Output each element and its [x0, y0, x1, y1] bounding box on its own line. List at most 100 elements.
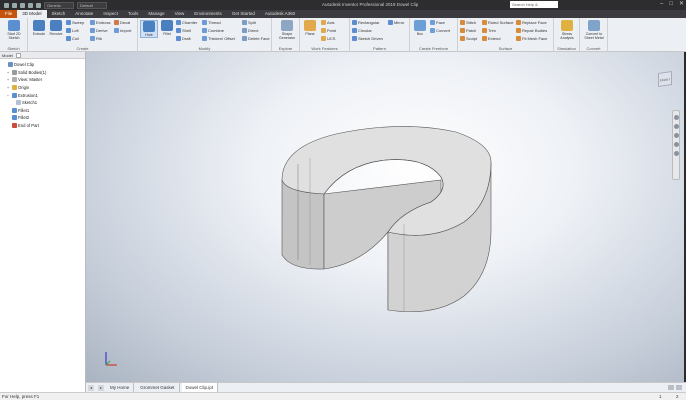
draft-button[interactable]: Draft — [176, 35, 191, 42]
point-button[interactable]: Point — [321, 27, 336, 34]
browser-tab-model[interactable]: Model — [2, 53, 13, 58]
save-icon[interactable] — [20, 2, 25, 8]
help-search-input[interactable]: Search Help & Commands... — [510, 1, 558, 14]
tab-file[interactable]: File — [0, 10, 18, 18]
browser-node[interactable]: End of Part — [0, 122, 85, 130]
chamfer-button[interactable]: Chamfer — [176, 19, 197, 26]
rib-button[interactable]: Rib — [90, 35, 102, 42]
look-at-icon[interactable] — [673, 151, 679, 156]
axis-button[interactable]: Axis — [321, 19, 335, 26]
expand-toggle-icon[interactable]: + — [6, 85, 10, 90]
browser-node[interactable]: Fillet2 — [0, 114, 85, 122]
sketch-driven-icon — [352, 36, 357, 41]
new-icon[interactable] — [4, 2, 9, 8]
mirror-button[interactable]: Mirror — [388, 19, 404, 26]
freeform-box-button[interactable]: Box — [411, 20, 429, 36]
maximize-button[interactable]: □ — [669, 1, 673, 8]
tab-get-started[interactable]: Get Started — [227, 10, 260, 18]
tab-view[interactable]: View — [170, 10, 190, 18]
coordinate-triad-icon — [105, 352, 117, 366]
sweep-button[interactable]: Sweep — [66, 19, 84, 26]
expand-toggle-icon[interactable]: + — [6, 70, 10, 75]
extend-button[interactable]: Extend — [482, 35, 500, 42]
extrude-button[interactable]: Extrude — [30, 20, 48, 36]
thicken-offset-button[interactable]: Thicken/ Offset — [202, 35, 235, 42]
minimize-button[interactable]: – — [660, 1, 663, 8]
browser-node[interactable]: Sketch1 — [0, 99, 85, 107]
doc-tab-grommet-gasket[interactable]: Grommet Gasket — [136, 383, 180, 392]
delete-face-button[interactable]: Delete Face — [242, 35, 270, 42]
view-cube[interactable]: FRONT — [658, 71, 672, 87]
direct-button[interactable]: Direct — [242, 27, 258, 34]
plane-button[interactable]: Plane — [301, 20, 319, 36]
tab-scroll-right-button[interactable]: ▸ — [98, 384, 104, 391]
ucs-button[interactable]: UCS — [321, 35, 335, 42]
decal-button[interactable]: Decal — [114, 19, 130, 26]
tab-manage[interactable]: Manage — [143, 10, 169, 18]
thread-button[interactable]: Thread — [202, 19, 221, 26]
patch-button[interactable]: Patch — [460, 27, 476, 34]
tab-3d-model[interactable]: 3D Model — [17, 10, 47, 18]
material-select[interactable]: Generic — [44, 1, 74, 9]
browser-node[interactable]: + Origin — [0, 84, 85, 92]
coil-button[interactable]: Coil — [66, 35, 79, 42]
split-button[interactable]: Split — [242, 19, 256, 26]
cascade-icon[interactable] — [676, 385, 682, 390]
browser-node[interactable]: + Solid Bodies(1) — [0, 69, 85, 77]
freeform-convert-button[interactable]: Convert — [430, 27, 450, 34]
tab-scroll-left-button[interactable]: ◂ — [88, 384, 94, 391]
shell-button[interactable]: Shell — [176, 27, 191, 34]
fillet-button[interactable]: Fillet — [158, 20, 176, 36]
tab-inspect[interactable]: Inspect — [98, 10, 123, 18]
derive-button[interactable]: Derive — [90, 27, 108, 34]
browser-node[interactable]: + View: Master — [0, 76, 85, 84]
browser-node[interactable]: − Extrusion1 — [0, 91, 85, 99]
tab-environments[interactable]: Environments — [189, 10, 227, 18]
pan-icon[interactable] — [673, 124, 679, 129]
open-icon[interactable] — [12, 2, 17, 8]
sculpt-button[interactable]: Sculpt — [460, 35, 477, 42]
fit-mesh-face-button[interactable]: Fit Mesh Face — [516, 35, 547, 42]
replace-face-button[interactable]: Replace Face — [516, 19, 547, 26]
combine-button[interactable]: Combine — [202, 27, 224, 34]
doc-tab-dowel-clip[interactable]: Dowel Clip.ipt — [181, 383, 219, 392]
import-button[interactable]: Import — [114, 27, 131, 34]
redo-icon[interactable] — [36, 2, 41, 8]
tab-annotate[interactable]: Annotate — [70, 10, 98, 18]
trim-button[interactable]: Trim — [482, 27, 496, 34]
browser-node[interactable]: Dowel Clip — [0, 61, 85, 69]
graphics-viewport[interactable]: FRONT — [86, 52, 684, 382]
appearance-select[interactable]: Default — [77, 1, 107, 9]
sketch-driven-pattern-button[interactable]: Sketch Driven — [352, 35, 383, 42]
stress-analysis-button[interactable]: Stress Analysis — [557, 20, 577, 40]
tile-icon[interactable] — [668, 385, 674, 390]
ruled-surface-button[interactable]: Ruled Surface — [482, 19, 513, 26]
repair-bodies-button[interactable]: Repair Bodies — [516, 27, 547, 34]
revolve-button[interactable]: Revolve — [47, 20, 65, 36]
expand-toggle-icon[interactable]: − — [6, 93, 10, 98]
browser-node[interactable]: Fillet1 — [0, 107, 85, 115]
convert-sheet-metal-button[interactable]: Convert to Sheet Metal — [583, 20, 605, 40]
orbit-icon[interactable] — [673, 142, 679, 147]
tab-sketch[interactable]: Sketch — [47, 10, 71, 18]
hole-button[interactable]: Hole — [140, 20, 158, 38]
add-browser-tab-icon[interactable] — [15, 52, 21, 58]
start-sketch-icon — [8, 20, 20, 31]
emboss-button[interactable]: Emboss — [90, 19, 110, 26]
doc-tab-my-home[interactable]: My Home — [106, 383, 135, 392]
tab-autodesk-a360[interactable]: Autodesk A360 — [260, 10, 300, 18]
shape-generator-button[interactable]: Shape Generator — [276, 20, 298, 40]
expand-toggle-icon[interactable]: + — [6, 77, 10, 82]
loft-button[interactable]: Loft — [66, 27, 79, 34]
chamfer-icon — [176, 20, 181, 25]
rectangular-pattern-button[interactable]: Rectangular — [352, 19, 380, 26]
steering-wheel-icon[interactable] — [673, 115, 679, 120]
start-sketch-button[interactable]: Start 2D Sketch — [5, 20, 23, 40]
zoom-icon[interactable] — [673, 133, 679, 138]
freeform-face-button[interactable]: Face — [430, 19, 445, 26]
stitch-button[interactable]: Stitch — [460, 19, 476, 26]
undo-icon[interactable] — [28, 2, 33, 8]
circular-pattern-button[interactable]: Circular — [352, 27, 372, 34]
close-button[interactable]: ✕ — [679, 1, 684, 8]
tab-tools[interactable]: Tools — [123, 10, 144, 18]
